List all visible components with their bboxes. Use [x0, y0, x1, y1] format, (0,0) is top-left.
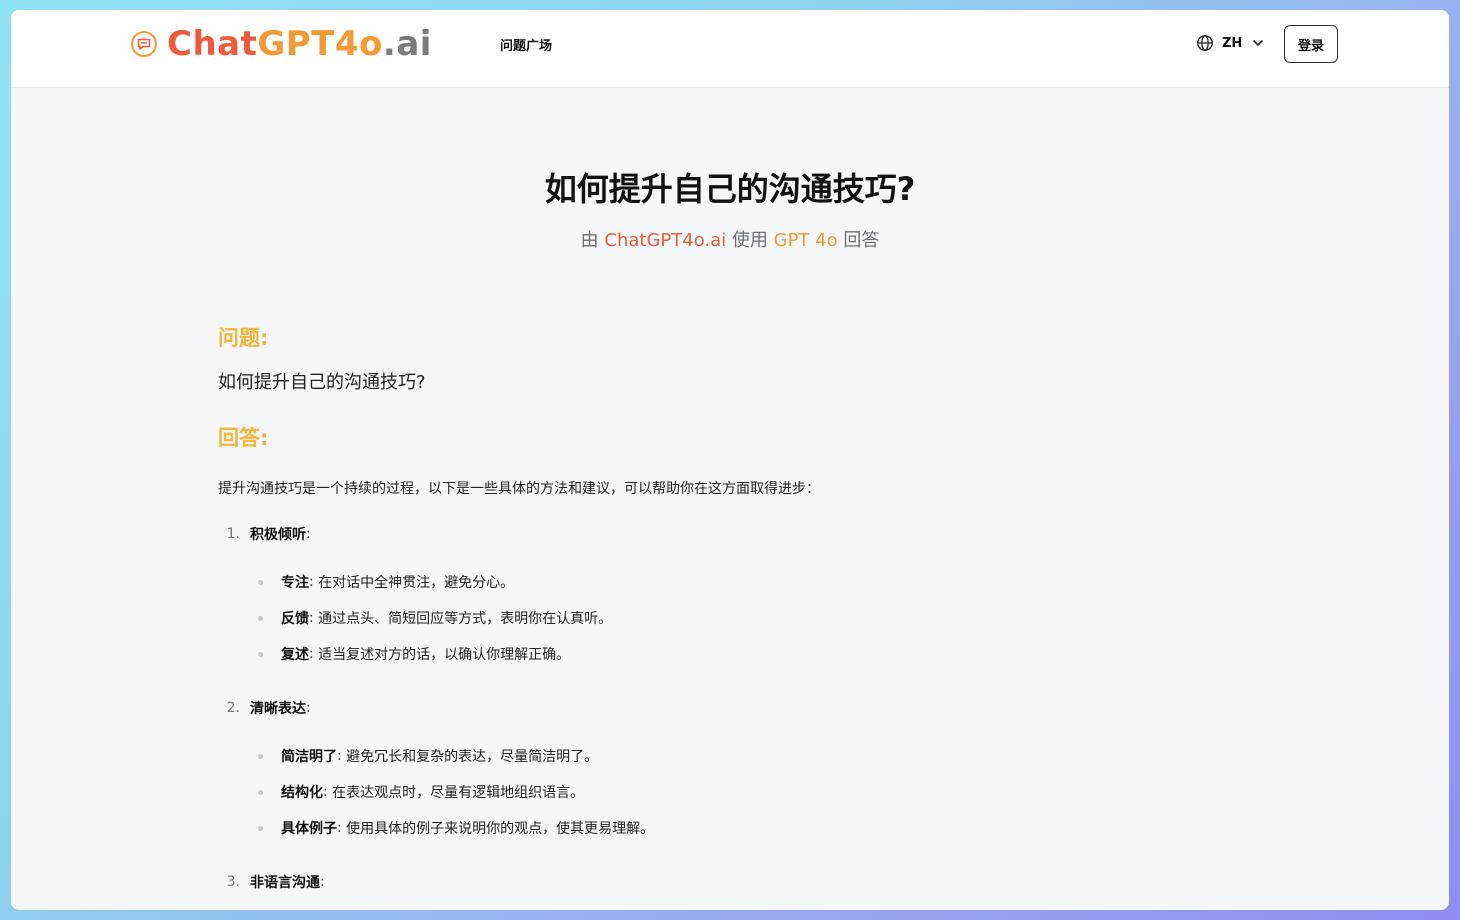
list-item: 具体例子: 使用具体的例子来说明你的观点，使其更易理解。 — [218, 810, 1118, 846]
top-navigation-bar: ChatGPT4o.ai 问题广场 ZH 登录 — [11, 10, 1449, 88]
list-item: 结构化: 在表达观点时，尽量有逻辑地组织语言。 — [218, 774, 1118, 810]
list-item: 3. 非语言沟通: — [226, 874, 325, 891]
logo-text: ChatGPT4o.ai — [167, 24, 432, 64]
chevron-down-icon — [1252, 39, 1264, 47]
answer-intro: 提升沟通技巧是一个持续的过程，以下是一些具体的方法和建议，可以帮助你在这方面取得… — [218, 481, 820, 497]
language-selector[interactable]: ZH — [1196, 34, 1264, 52]
browser-window: ChatGPT4o.ai 问题广场 ZH 登录 如何提升自己的沟通技巧? 由 C… — [11, 10, 1449, 910]
list-item: 反馈: 通过点头、简短回应等方式，表明你在认真听。 — [218, 600, 1118, 636]
site-logo[interactable]: ChatGPT4o.ai — [131, 24, 432, 64]
sub-list: 简洁明了: 避免冗长和复杂的表达，尽量简洁明了。 结构化: 在表达观点时，尽量有… — [218, 738, 1118, 846]
question-heading: 问题: — [218, 326, 269, 350]
globe-icon — [1196, 34, 1214, 52]
list-item: 1. 积极倾听: — [226, 526, 311, 543]
list-item: 复述: 适当复述对方的话，以确认你理解正确。 — [218, 636, 1118, 672]
nav-link-question-square[interactable]: 问题广场 — [500, 35, 552, 54]
byline-model: GPT 4o — [773, 230, 838, 251]
login-button[interactable]: 登录 — [1284, 25, 1338, 63]
list-item: 专注: 在对话中全神贯注，避免分心。 — [218, 564, 1118, 600]
article-content: 问题: 如何提升自己的沟通技巧? 回答: 提升沟通技巧是一个持续的过程，以下是一… — [218, 322, 1118, 892]
sub-list: 专注: 在对话中全神贯注，避免分心。 反馈: 通过点头、简短回应等方式，表明你在… — [218, 564, 1118, 672]
answer-heading: 回答: — [218, 426, 269, 450]
question-text: 如何提升自己的沟通技巧? — [218, 372, 426, 393]
list-item: 2. 清晰表达: — [226, 700, 311, 717]
list-item: 简洁明了: 避免冗长和复杂的表达，尽量简洁明了。 — [218, 738, 1118, 774]
answer-byline: 由 ChatGPT4o.ai 使用 GPT 4o 回答 — [580, 230, 880, 251]
language-code: ZH — [1222, 35, 1243, 51]
byline-brand-link[interactable]: ChatGPT4o.ai — [604, 230, 726, 251]
page-title: 如何提升自己的沟通技巧? — [544, 170, 916, 208]
chat-bubble-icon — [131, 31, 157, 57]
